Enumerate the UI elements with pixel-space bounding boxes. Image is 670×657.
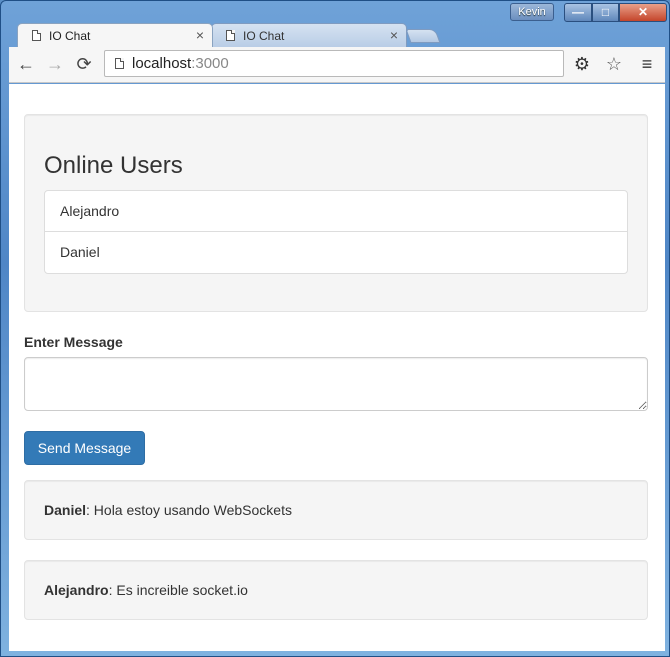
chat-username: Alejandro	[44, 582, 109, 598]
url-host: localhost	[132, 55, 192, 72]
online-users-panel: Online Users Alejandro Daniel	[24, 114, 648, 312]
page-icon	[32, 30, 41, 41]
chat-message: Daniel: Hola estoy usando WebSockets	[24, 480, 648, 540]
tab-close-icon[interactable]: ×	[390, 27, 398, 43]
tab-title: IO Chat	[49, 28, 91, 43]
message-label: Enter Message	[24, 334, 123, 350]
send-message-button[interactable]: Send Message	[24, 431, 145, 465]
page-icon	[226, 30, 235, 41]
chat-text: : Es increible socket.io	[108, 582, 248, 598]
user-list: Alejandro Daniel	[44, 190, 628, 274]
browser-window: Kevin — □ ✕ IO Chat × IO Chat × ← → ⟳ lo…	[0, 0, 670, 657]
page-content: Online Users Alejandro Daniel Enter Mess…	[9, 84, 665, 651]
star-icon[interactable]: ☆	[602, 52, 626, 76]
tab-io-chat-active[interactable]: IO Chat ×	[17, 23, 213, 47]
minimize-button[interactable]: —	[564, 3, 592, 22]
url-port: :3000	[191, 55, 229, 72]
close-window-button[interactable]: ✕	[619, 3, 667, 22]
tab-close-icon[interactable]: ×	[196, 27, 204, 43]
chat-username: Daniel	[44, 502, 87, 518]
hamburger-menu-icon[interactable]: ≡	[635, 52, 659, 76]
page-icon	[115, 58, 124, 69]
chat-text: : Hola estoy usando WebSockets	[86, 502, 292, 518]
maximize-button[interactable]: □	[592, 3, 619, 22]
chat-message: Alejandro: Es increible socket.io	[24, 560, 648, 620]
forward-arrow-icon[interactable]: →	[44, 53, 66, 75]
browser-toolbar: ← → ⟳ localhost:3000 ⚙ ☆ ≡	[9, 47, 665, 83]
address-bar[interactable]: localhost:3000	[104, 50, 564, 77]
list-item-user: Alejandro	[45, 191, 627, 232]
tab-io-chat[interactable]: IO Chat ×	[211, 23, 407, 47]
profile-badge[interactable]: Kevin	[510, 3, 554, 21]
list-item-user: Daniel	[60, 244, 100, 260]
new-tab-button[interactable]	[405, 29, 441, 43]
back-arrow-icon[interactable]: ←	[15, 53, 37, 75]
online-users-title: Online Users	[44, 152, 183, 179]
reload-icon[interactable]: ⟳	[73, 53, 95, 75]
message-textarea[interactable]	[24, 357, 648, 411]
tab-title: IO Chat	[243, 28, 285, 43]
gear-icon[interactable]: ⚙	[570, 52, 594, 76]
